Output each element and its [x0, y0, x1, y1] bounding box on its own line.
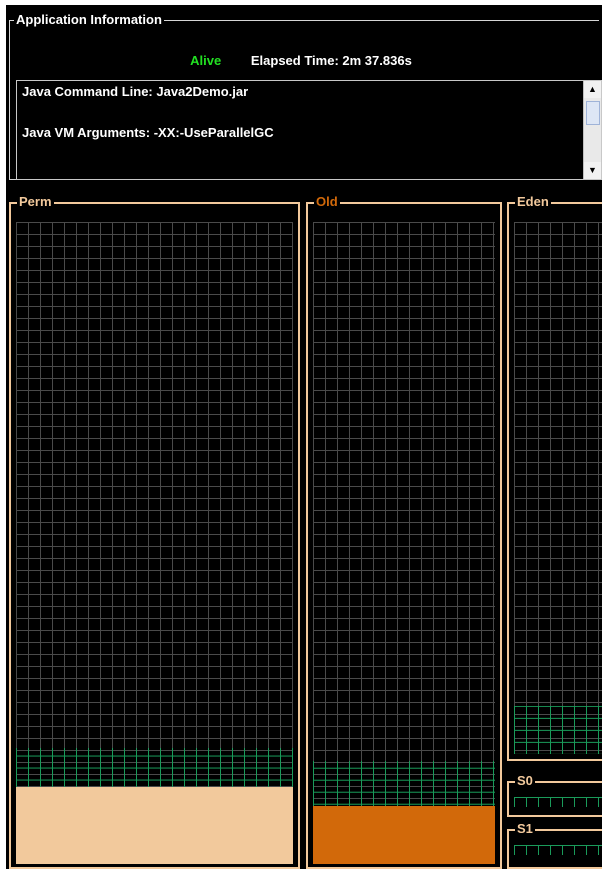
s1-legend: S1	[515, 821, 535, 836]
java-command-line: Java Command Line: Java2Demo.jar	[22, 84, 249, 99]
eden-panel: Eden	[507, 195, 602, 761]
visualgc-window: Application Information Alive Elapsed Ti…	[6, 5, 602, 869]
old-panel: Old	[306, 195, 502, 869]
s0-panel: S0	[507, 774, 602, 817]
old-legend: Old	[314, 194, 340, 209]
application-info-legend: Application Information	[14, 12, 164, 27]
elapsed-time-value: 2m 37.836s	[342, 53, 412, 68]
perm-grid	[16, 222, 293, 864]
perm-legend: Perm	[17, 194, 54, 209]
up-arrow-icon: ▲	[588, 84, 597, 94]
java-vm-arguments: Java VM Arguments: -XX:-UseParallelGC	[22, 125, 274, 140]
s1-panel: S1	[507, 822, 602, 869]
command-line-text-area[interactable]: Java Command Line: Java2Demo.jar Java VM…	[16, 80, 602, 180]
scroll-up-button[interactable]: ▲	[584, 81, 601, 98]
perm-used-bar	[16, 786, 293, 864]
elapsed-time-label: Elapsed Time:	[250, 53, 339, 68]
eden-committed-area	[514, 706, 602, 754]
down-arrow-icon: ▼	[588, 165, 597, 175]
perm-panel: Perm	[9, 195, 300, 869]
s1-grid	[514, 845, 602, 855]
status-line: Alive Elapsed Time: 2m 37.836s	[6, 53, 596, 68]
old-used-bar	[313, 806, 495, 864]
eden-legend: Eden	[515, 194, 551, 209]
command-text: Java Command Line: Java2Demo.jar Java VM…	[22, 85, 274, 167]
old-grid	[313, 222, 495, 864]
s0-grid	[514, 797, 602, 807]
s0-legend: S0	[515, 773, 535, 788]
eden-grid	[514, 222, 602, 754]
alive-status: Alive	[190, 53, 222, 68]
scroll-thumb[interactable]	[586, 101, 600, 125]
scroll-down-button[interactable]: ▼	[584, 162, 601, 179]
vertical-scrollbar[interactable]: ▲ ▼	[583, 81, 601, 179]
